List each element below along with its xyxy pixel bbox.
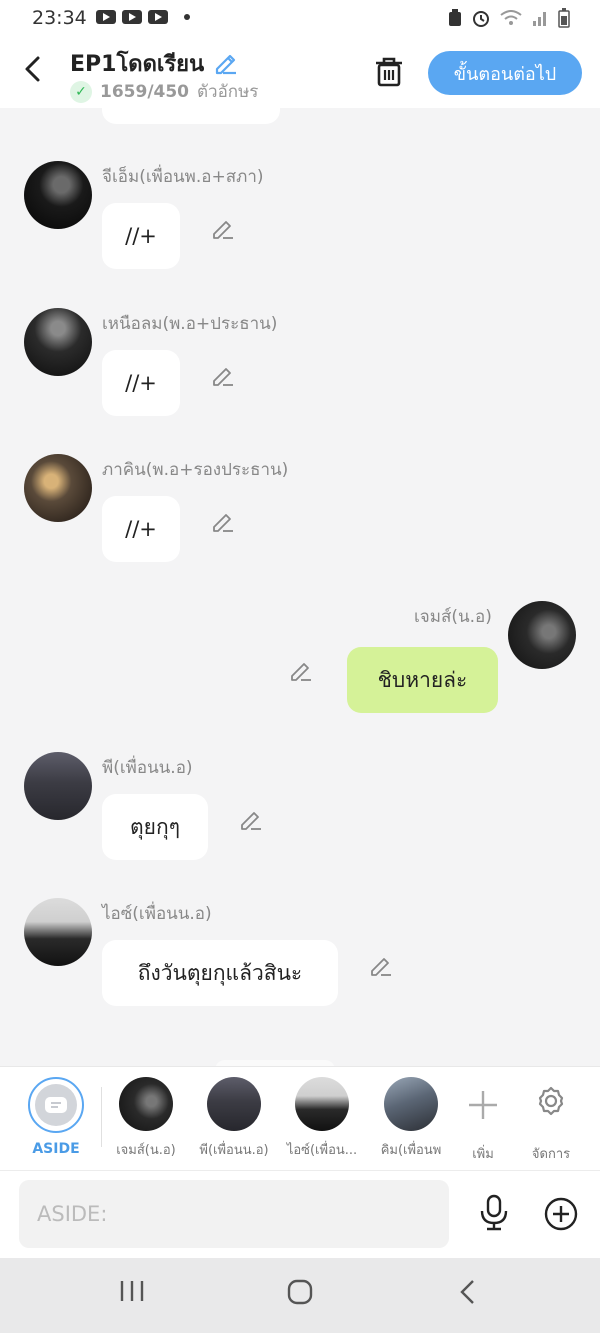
edit-message-pencil-icon[interactable] — [210, 362, 236, 388]
system-back-button[interactable] — [458, 1278, 478, 1313]
back-icon — [460, 1280, 474, 1304]
chevron-left-icon — [25, 56, 40, 82]
sender-name: ไอซ์(เพื่อนน.อ) — [102, 904, 212, 924]
header: EP1โดดเรียน ✓ 1659/450 ตัวอักษร ขั้นตอนต… — [0, 38, 600, 108]
character-avatar — [295, 1077, 349, 1131]
sender-name: จีเอ็ม(เพื่อนพ.อ+สภา) — [102, 167, 264, 187]
message-bubble[interactable]: //+ — [102, 496, 180, 562]
character-item[interactable]: พี(เพื่อนน.อ) — [189, 1077, 279, 1160]
avatar[interactable] — [24, 752, 92, 820]
delete-button[interactable] — [374, 56, 404, 92]
message-bubble[interactable]: //+ — [102, 203, 180, 269]
character-count-unit: ตัวอักษร — [197, 82, 259, 102]
wifi-icon — [500, 10, 522, 25]
edit-message-pencil-icon[interactable] — [210, 508, 236, 534]
status-time: 23:34 — [32, 7, 87, 29]
status-bar: 23:34 — [0, 0, 600, 38]
signal-icon — [533, 12, 546, 26]
add-button[interactable] — [543, 1196, 579, 1236]
character-count-row: ✓ 1659/450 ตัวอักษร — [70, 78, 258, 105]
message-input-row — [0, 1170, 600, 1259]
message-input[interactable] — [19, 1180, 449, 1248]
recent-apps-button[interactable] — [118, 1278, 146, 1311]
aside-icon — [35, 1084, 77, 1126]
character-avatar — [207, 1077, 261, 1131]
alarm-icon — [473, 11, 489, 27]
edit-title-button[interactable] — [212, 48, 240, 80]
page-title: EP1โดดเรียน — [70, 52, 205, 77]
message-bubble[interactable]: ถึงวันตุยกุแล้วสินะ — [102, 940, 338, 1006]
microphone-icon — [480, 1194, 508, 1231]
plus-circle-icon — [544, 1197, 578, 1231]
pencil-icon — [215, 54, 236, 75]
battery-icon — [558, 8, 570, 28]
character-bar: ASIDE เจมส์(น.อ) พี(เพื่อนน.อ) ไอซ์(เพื่… — [0, 1066, 600, 1171]
manage-button[interactable]: จัดการ — [508, 1077, 594, 1164]
avatar[interactable] — [508, 601, 576, 669]
message-bubble[interactable]: ตุยกุๆ — [102, 794, 208, 860]
message-bubble[interactable]: //+ — [102, 350, 180, 416]
character-label: เจมส์(น.อ) — [116, 1143, 176, 1158]
character-count: 1659/450 — [100, 81, 190, 102]
youtube-icon — [122, 10, 142, 24]
character-avatar — [119, 1077, 173, 1131]
recent-apps-icon — [120, 1281, 144, 1301]
gear-icon — [538, 1086, 564, 1116]
trash-icon — [376, 57, 402, 87]
character-label: พี(เพื่อนน.อ) — [199, 1143, 269, 1158]
manage-label: จัดการ — [531, 1147, 571, 1162]
sender-name: เจมส์(น.อ) — [414, 607, 492, 627]
edit-message-pencil-icon[interactable] — [288, 657, 314, 683]
character-avatar — [384, 1077, 438, 1131]
microphone-button[interactable] — [478, 1193, 510, 1237]
back-button[interactable] — [22, 54, 42, 91]
aside-selector[interactable]: ASIDE — [11, 1077, 101, 1157]
character-item[interactable]: ไอซ์(เพื่อน... — [277, 1077, 367, 1160]
message-bubble-partial[interactable] — [102, 108, 280, 124]
sender-name: เหนือลม(พ.อ+ประธาน) — [102, 314, 278, 334]
plus-icon — [469, 1091, 497, 1119]
avatar[interactable] — [24, 454, 92, 522]
recycle-icon — [449, 9, 461, 26]
notification-dot-icon — [184, 14, 190, 20]
character-item[interactable]: เจมส์(น.อ) — [101, 1077, 191, 1160]
edit-message-pencil-icon[interactable] — [368, 952, 394, 978]
home-icon — [287, 1279, 313, 1305]
youtube-icon — [148, 10, 168, 24]
edit-message-pencil-icon[interactable] — [210, 215, 236, 241]
next-step-button[interactable]: ขั้นตอนต่อไป — [428, 51, 582, 95]
status-left-icons — [96, 10, 190, 24]
avatar[interactable] — [24, 161, 92, 229]
youtube-icon — [96, 10, 116, 24]
aside-selected-ring — [28, 1077, 84, 1133]
chat-area[interactable]: จีเอ็ม(เพื่อนพ.อ+สภา) //+ เหนือลม(พ.อ+ปร… — [0, 108, 600, 1066]
sender-name: ภาคิน(พ.อ+รองประธาน) — [102, 460, 289, 480]
system-navigation-bar — [0, 1258, 600, 1333]
edit-message-pencil-icon[interactable] — [238, 806, 264, 832]
avatar[interactable] — [24, 308, 92, 376]
character-label: ไอซ์(เพื่อน... — [286, 1143, 358, 1158]
aside-label: ASIDE — [32, 1141, 80, 1157]
status-right-icons — [448, 8, 570, 28]
my-message-bubble[interactable]: ชิบหายล่ะ — [347, 647, 498, 713]
check-icon: ✓ — [70, 80, 92, 103]
home-button[interactable] — [286, 1278, 314, 1313]
sender-name: พี(เพื่อนน.อ) — [102, 758, 193, 778]
avatar[interactable] — [24, 898, 92, 966]
